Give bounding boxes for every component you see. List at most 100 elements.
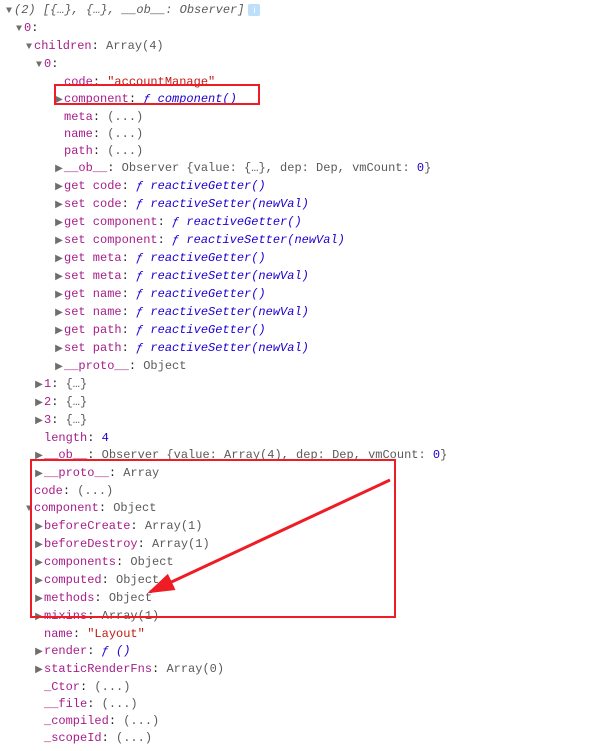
prop-val: (...) [107, 127, 143, 141]
tree-row[interactable]: ▶__proto__: Array [4, 465, 602, 483]
prop-key: beforeDestroy [44, 537, 138, 551]
prop-key: render [44, 644, 87, 658]
caret-right-icon[interactable]: ▶ [54, 341, 64, 358]
prop-val: {…} [66, 395, 88, 409]
caret-right-icon[interactable]: ▶ [54, 251, 64, 268]
prop-val: (...) [77, 484, 113, 498]
prop-key: mixins [44, 609, 87, 623]
tree-row[interactable]: ▶get meta: ƒ reactiveGetter() [4, 250, 602, 268]
tree-row[interactable]: ▶set path: ƒ reactiveSetter(newVal) [4, 340, 602, 358]
tree-row[interactable]: _Ctor: (...) [4, 679, 602, 696]
caret-right-icon[interactable]: ▶ [34, 377, 44, 394]
tree-row[interactable]: ▶3: {…} [4, 412, 602, 430]
prop-val: 4 [102, 431, 109, 445]
prop-val: ƒ reactiveSetter(newVal) [136, 197, 309, 211]
caret-right-icon[interactable]: ▶ [54, 161, 64, 178]
tree-row[interactable]: ▶set component: ƒ reactiveSetter(newVal) [4, 232, 602, 250]
tree-row[interactable]: path: (...) [4, 143, 602, 160]
tree-row[interactable]: code: (...) [4, 483, 602, 500]
tree-row[interactable]: ▶set name: ƒ reactiveSetter(newVal) [4, 304, 602, 322]
caret-right-icon[interactable]: ▶ [34, 644, 44, 661]
tree-row[interactable]: ▶mixins: Array(1) [4, 608, 602, 626]
tree-row[interactable]: ▶beforeCreate: Array(1) [4, 518, 602, 536]
tree-row[interactable]: length: 4 [4, 430, 602, 447]
caret-right-icon[interactable]: ▶ [54, 215, 64, 232]
caret-right-icon[interactable]: ▶ [54, 92, 64, 109]
prop-val: Object [143, 359, 186, 373]
tree-row[interactable]: ▶get component: ƒ reactiveGetter() [4, 214, 602, 232]
caret-down-icon[interactable]: ▼ [34, 57, 44, 74]
tree-row[interactable]: __file: (...) [4, 696, 602, 713]
tree-row[interactable]: ▶set code: ƒ reactiveSetter(newVal) [4, 196, 602, 214]
tree-row-component[interactable]: ▶component: ƒ component() [4, 91, 602, 109]
caret-right-icon[interactable]: ▶ [34, 609, 44, 626]
caret-right-icon[interactable]: ▶ [34, 413, 44, 430]
tree-row-code[interactable]: code: "accountManage" [4, 74, 602, 91]
tree-row[interactable]: ▶components: Object [4, 554, 602, 572]
caret-down-icon[interactable]: ▼ [14, 21, 24, 38]
tree-row[interactable]: ▶__proto__: Object [4, 358, 602, 376]
prop-val: ƒ reactiveGetter() [136, 323, 266, 337]
prop-key: _Ctor [44, 680, 80, 694]
prop-key: get code [64, 179, 122, 193]
prop-key: get meta [64, 251, 122, 265]
prop-key: set path [64, 341, 122, 355]
tree-row[interactable]: ▶1: {…} [4, 376, 602, 394]
tree-row[interactable]: ▶__ob__: Observer {value: Array(4), dep:… [4, 447, 602, 465]
prop-key: __ob__ [64, 161, 107, 175]
caret-right-icon[interactable]: ▶ [34, 519, 44, 536]
prop-key: get path [64, 323, 122, 337]
caret-right-icon[interactable]: ▶ [34, 662, 44, 679]
prop-val: "accountManage" [107, 75, 215, 89]
caret-right-icon[interactable]: ▶ [34, 591, 44, 608]
tree-row[interactable]: ▼0: [4, 20, 602, 38]
tree-row[interactable]: meta: (...) [4, 109, 602, 126]
caret-right-icon[interactable]: ▶ [54, 233, 64, 250]
tree-row[interactable]: ▶get code: ƒ reactiveGetter() [4, 178, 602, 196]
caret-right-icon[interactable]: ▶ [54, 287, 64, 304]
caret-right-icon[interactable]: ▶ [54, 269, 64, 286]
tree-row[interactable]: _scopeId: (...) [4, 730, 602, 747]
caret-down-icon[interactable]: ▼ [4, 3, 14, 20]
caret-right-icon[interactable]: ▶ [34, 395, 44, 412]
prop-key: _compiled [44, 714, 109, 728]
prop-num: 0 [417, 161, 424, 175]
caret-right-icon[interactable]: ▶ [54, 179, 64, 196]
tree-row[interactable]: ▶set meta: ƒ reactiveSetter(newVal) [4, 268, 602, 286]
prop-val: ƒ reactiveSetter(newVal) [172, 233, 345, 247]
tree-row-render[interactable]: ▶render: ƒ () [4, 643, 602, 661]
prop-key: path [64, 144, 93, 158]
prop-key: computed [44, 573, 102, 587]
tree-row[interactable]: ▶__ob__: Observer {value: {…}, dep: Dep,… [4, 160, 602, 178]
tree-row[interactable]: ▶methods: Object [4, 590, 602, 608]
tree-row[interactable]: ▶2: {…} [4, 394, 602, 412]
caret-right-icon[interactable]: ▶ [34, 573, 44, 590]
caret-right-icon[interactable]: ▶ [34, 555, 44, 572]
tree-row[interactable]: ▶beforeDestroy: Array(1) [4, 536, 602, 554]
tree-row[interactable]: ▼0: [4, 56, 602, 74]
caret-right-icon[interactable]: ▶ [54, 197, 64, 214]
caret-right-icon[interactable]: ▶ [54, 359, 64, 376]
tree-row[interactable]: name: "Layout" [4, 626, 602, 643]
caret-down-icon[interactable]: ▼ [24, 39, 34, 56]
prop-val: (...) [102, 697, 138, 711]
tree-row[interactable]: name: (...) [4, 126, 602, 143]
prop-val: Object [113, 501, 156, 515]
tree-row[interactable]: ▶computed: Object [4, 572, 602, 590]
prop-key: code [34, 484, 63, 498]
caret-down-icon[interactable]: ▼ [24, 501, 34, 518]
tree-row-component-main[interactable]: ▼component: Object [4, 500, 602, 518]
tree-row[interactable]: ▼children: Array(4) [4, 38, 602, 56]
tree-row[interactable]: _compiled: (...) [4, 713, 602, 730]
caret-right-icon[interactable]: ▶ [34, 466, 44, 483]
tree-row-root[interactable]: ▼(2) [{…}, {…}, __ob__: Observer]i [4, 2, 602, 20]
caret-right-icon[interactable]: ▶ [34, 448, 44, 465]
caret-right-icon[interactable]: ▶ [34, 537, 44, 554]
caret-right-icon[interactable]: ▶ [54, 323, 64, 340]
tree-row[interactable]: ▶staticRenderFns: Array(0) [4, 661, 602, 679]
info-icon[interactable]: i [248, 4, 260, 16]
tree-row[interactable]: ▶get path: ƒ reactiveGetter() [4, 322, 602, 340]
prop-val: Observer {value: Array(4), dep: Dep, vmC… [102, 448, 433, 462]
caret-right-icon[interactable]: ▶ [54, 305, 64, 322]
tree-row[interactable]: ▶get name: ƒ reactiveGetter() [4, 286, 602, 304]
